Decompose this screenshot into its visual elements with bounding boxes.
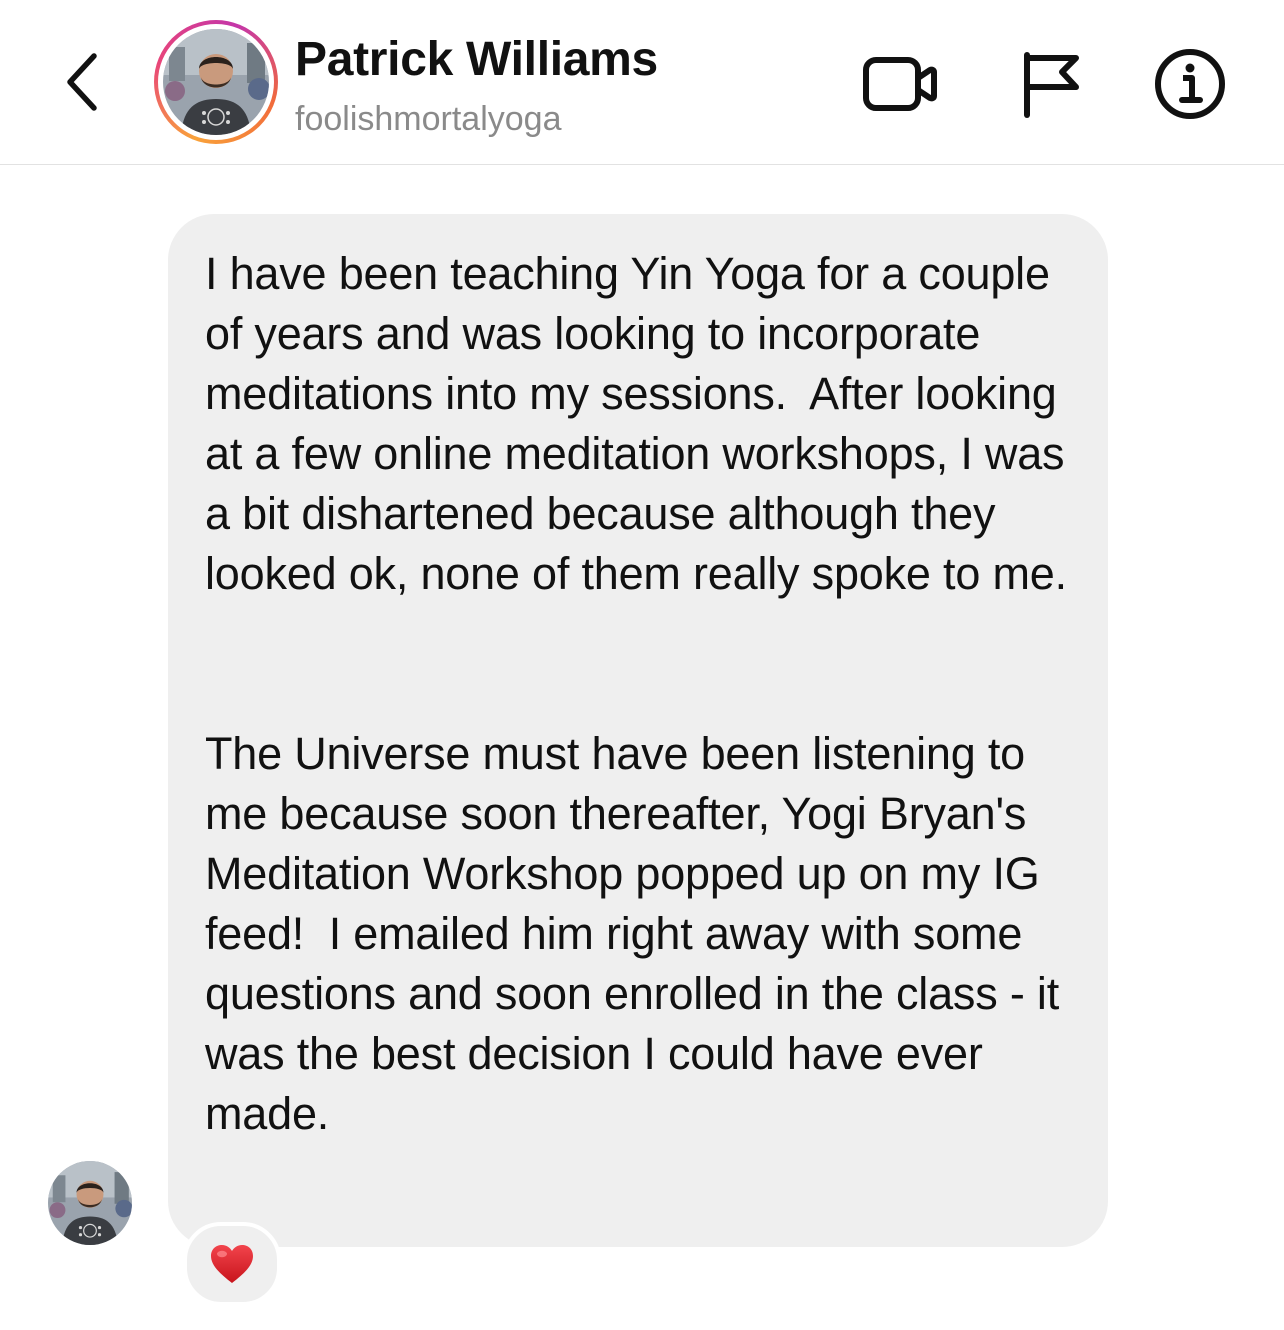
red-heart-icon bbox=[211, 1245, 253, 1283]
avatar bbox=[163, 29, 269, 135]
video-camera-icon bbox=[863, 57, 937, 111]
contact-username: foolishmortalyoga bbox=[295, 100, 562, 138]
conversation-header: Patrick Williams foolishmortalyoga bbox=[0, 0, 1284, 165]
message-thread[interactable]: I have been teaching Yin Yoga for a coup… bbox=[0, 165, 1284, 1330]
profile-avatar-story-ring[interactable] bbox=[154, 20, 278, 144]
contact-display-name: Patrick Williams bbox=[295, 33, 658, 86]
info-circle-icon bbox=[1155, 49, 1225, 119]
message-reaction[interactable] bbox=[183, 1222, 281, 1306]
info-button[interactable] bbox=[1152, 46, 1228, 122]
message-bubble[interactable]: I have been teaching Yin Yoga for a coup… bbox=[168, 214, 1108, 1247]
report-flag-button[interactable] bbox=[1010, 46, 1086, 122]
message-paragraph: I have been teaching Yin Yoga for a coup… bbox=[205, 248, 1077, 599]
chevron-left-icon bbox=[67, 53, 97, 111]
message-paragraph: The Universe must have been listening to… bbox=[205, 728, 1072, 1139]
video-call-button[interactable] bbox=[862, 46, 938, 122]
sender-avatar[interactable] bbox=[48, 1161, 132, 1245]
flag-icon bbox=[1024, 52, 1079, 118]
contact-name-block[interactable]: Patrick Williams foolishmortalyoga bbox=[295, 30, 658, 144]
back-button[interactable] bbox=[52, 42, 112, 122]
